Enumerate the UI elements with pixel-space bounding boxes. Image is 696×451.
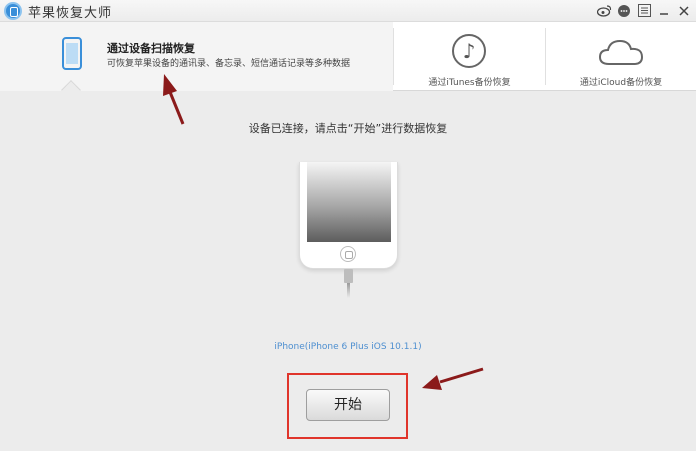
- cable: [347, 283, 350, 298]
- start-button[interactable]: 开始: [306, 389, 390, 421]
- tab-icloud-label: 通过iCloud备份恢复: [579, 78, 663, 88]
- music-note-icon: ♪: [452, 34, 486, 68]
- main-panel: 设备已连接，请点击“开始”进行数据恢复 iPhone(iPhone 6 Plus…: [0, 92, 696, 451]
- phone-icon: [62, 37, 82, 70]
- cloud-icon: [598, 39, 644, 65]
- chat-icon[interactable]: [616, 3, 632, 18]
- device-illustration: [299, 162, 398, 269]
- window-controls: [596, 3, 692, 18]
- menu-icon[interactable]: [636, 3, 652, 18]
- weibo-icon[interactable]: [596, 3, 612, 18]
- tab-device-scan-title: 通过设备扫描恢复: [107, 42, 195, 55]
- close-icon[interactable]: [676, 3, 692, 18]
- app-title: 苹果恢复大师: [28, 6, 113, 21]
- mode-tabs: 通过设备扫描恢复 可恢复苹果设备的通讯录、备忘录、短信通话记录等多种数据 ♪ 通…: [0, 22, 696, 100]
- minimize-icon[interactable]: [656, 3, 672, 18]
- tab-itunes-backup[interactable]: ♪ 通过iTunes备份恢复: [394, 22, 545, 91]
- device-info: iPhone(iPhone 6 Plus iOS 10.1.1): [274, 342, 422, 352]
- device-screen: [307, 162, 391, 242]
- tab-icloud-backup[interactable]: 通过iCloud备份恢复: [546, 22, 696, 91]
- app-logo-icon: [4, 2, 22, 20]
- tab-device-scan-description: 可恢复苹果设备的通讯录、备忘录、短信通话记录等多种数据: [107, 59, 351, 69]
- home-button-icon: [340, 246, 356, 262]
- cable-plug: [344, 269, 353, 283]
- connection-status: 设备已连接，请点击“开始”进行数据恢复: [248, 122, 448, 135]
- tab-itunes-label: 通过iTunes备份恢复: [428, 78, 511, 88]
- tab-device-scan[interactable]: 通过设备扫描恢复 可恢复苹果设备的通讯录、备忘录、短信通话记录等多种数据: [0, 22, 393, 91]
- title-bar: 苹果恢复大师: [0, 0, 696, 22]
